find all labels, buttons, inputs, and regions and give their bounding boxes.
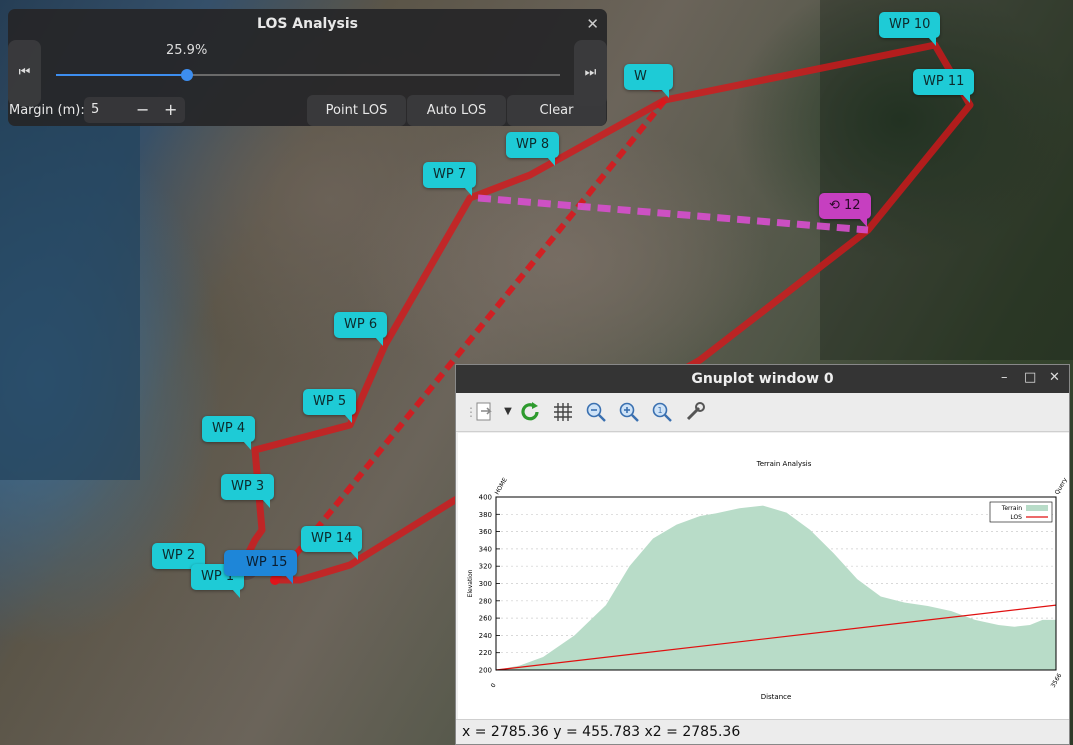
margin-label: Margin (m): bbox=[9, 103, 85, 118]
y-tick-label: 400 bbox=[479, 494, 492, 502]
terrain-chart[interactable]: 200 220 240 260 280 300 320 340 360 380 400 0 3566 HO… bbox=[458, 433, 1069, 720]
x2-tick-label: Query bbox=[1054, 476, 1069, 496]
waypoint-12[interactable]: ⟲ 12 bbox=[819, 193, 871, 227]
y-tick-label: 380 bbox=[479, 511, 492, 519]
grid-icon[interactable] bbox=[552, 401, 574, 423]
margin-value[interactable]: 5 bbox=[91, 102, 99, 117]
y-tick-label: 260 bbox=[479, 615, 492, 623]
margin-stepper[interactable]: 5 − + bbox=[84, 97, 185, 123]
waypoint-4[interactable]: WP 4 bbox=[202, 416, 256, 450]
zoom-out-icon[interactable] bbox=[585, 401, 607, 423]
settings-icon[interactable] bbox=[684, 401, 706, 423]
skip-back-button[interactable]: ⏮ bbox=[8, 40, 41, 106]
y-tick-label: 340 bbox=[479, 545, 492, 553]
rtl-line bbox=[477, 194, 869, 234]
close-icon[interactable]: ✕ bbox=[586, 15, 599, 33]
waypoint-6[interactable]: WP 6 bbox=[334, 312, 388, 346]
y-tick-label: 220 bbox=[479, 649, 492, 657]
progress-fill bbox=[56, 74, 187, 76]
svg-text:1: 1 bbox=[657, 406, 662, 415]
chart-title: Terrain Analysis bbox=[756, 460, 812, 468]
y-tick-label: 320 bbox=[479, 563, 492, 571]
zoom-fit-icon[interactable]: 1 bbox=[651, 401, 673, 423]
maximize-button[interactable]: □ bbox=[1024, 370, 1036, 385]
x2-tick-label: HOME bbox=[494, 477, 509, 496]
window-title: Gnuplot window 0 bbox=[691, 371, 834, 387]
replot-icon[interactable] bbox=[519, 401, 541, 423]
panel-title: LOS Analysis bbox=[257, 16, 358, 32]
legend-label: Terrain bbox=[1001, 505, 1023, 512]
y-tick-label: 300 bbox=[479, 580, 492, 588]
minimize-button[interactable]: – bbox=[1001, 370, 1008, 385]
terrain-area bbox=[496, 505, 1056, 670]
increment-button[interactable]: + bbox=[164, 100, 177, 119]
export-icon[interactable] bbox=[474, 401, 496, 423]
legend-label: LOS bbox=[1010, 514, 1022, 521]
zoom-in-icon[interactable] bbox=[618, 401, 640, 423]
close-window-button[interactable]: ✕ bbox=[1049, 370, 1060, 385]
waypoint-10[interactable]: WP 10 bbox=[879, 12, 941, 46]
progress-label: 25.9% bbox=[166, 43, 208, 58]
waypoint-8[interactable]: WP 8 bbox=[506, 132, 560, 166]
clear-button[interactable]: Clear bbox=[507, 95, 606, 126]
y-tick-label: 200 bbox=[479, 667, 492, 675]
waypoint-15[interactable]: WP 15 bbox=[224, 550, 298, 584]
y-tick-label: 240 bbox=[479, 632, 492, 640]
x-axis-label: Distance bbox=[761, 693, 792, 701]
gnuplot-window: Gnuplot window 0 – □ ✕ ⋮ ▼ 1 200 220 240 26… bbox=[455, 364, 1070, 745]
auto-los-button[interactable]: Auto LOS bbox=[407, 95, 506, 126]
progress-slider[interactable] bbox=[56, 69, 560, 81]
plot-area[interactable]: 200 220 240 260 280 300 320 340 360 380 400 0 3566 HO… bbox=[458, 433, 1069, 720]
waypoint-3[interactable]: WP 3 bbox=[221, 474, 275, 508]
waypoint-7[interactable]: WP 7 bbox=[423, 162, 477, 196]
waypoint-11[interactable]: WP 11 bbox=[913, 69, 975, 103]
point-los-button[interactable]: Point LOS bbox=[307, 95, 406, 126]
vehicle-dot bbox=[270, 575, 280, 585]
progress-knob[interactable] bbox=[180, 69, 193, 81]
legend-swatch bbox=[1026, 505, 1048, 511]
waypoint-9[interactable]: W bbox=[624, 64, 673, 98]
los-analysis-panel: LOS Analysis ✕ ⏮ ⏭ 25.9% Margin (m): 5 −… bbox=[8, 9, 607, 126]
y-tick-label: 280 bbox=[479, 597, 492, 605]
waypoint-5[interactable]: WP 5 bbox=[303, 389, 357, 423]
x-tick-label: 3566 bbox=[1050, 672, 1064, 689]
waypoint-14[interactable]: WP 14 bbox=[301, 526, 363, 560]
skip-back-icon: ⏮ bbox=[18, 65, 31, 80]
skip-forward-icon: ⏭ bbox=[584, 65, 597, 80]
decrement-button[interactable]: − bbox=[136, 100, 149, 119]
gnuplot-toolbar: ⋮ ▼ 1 bbox=[456, 393, 1069, 432]
status-bar: x = 2785.36 y = 455.783 x2 = 2785.36 bbox=[456, 719, 1069, 744]
window-titlebar[interactable]: Gnuplot window 0 – □ ✕ bbox=[456, 365, 1069, 393]
y-axis-label: Elevation bbox=[467, 569, 474, 597]
y-tick-label: 360 bbox=[479, 528, 492, 536]
x-tick-label: 0 bbox=[490, 682, 498, 689]
export-dropdown-icon[interactable]: ▼ bbox=[497, 401, 519, 423]
